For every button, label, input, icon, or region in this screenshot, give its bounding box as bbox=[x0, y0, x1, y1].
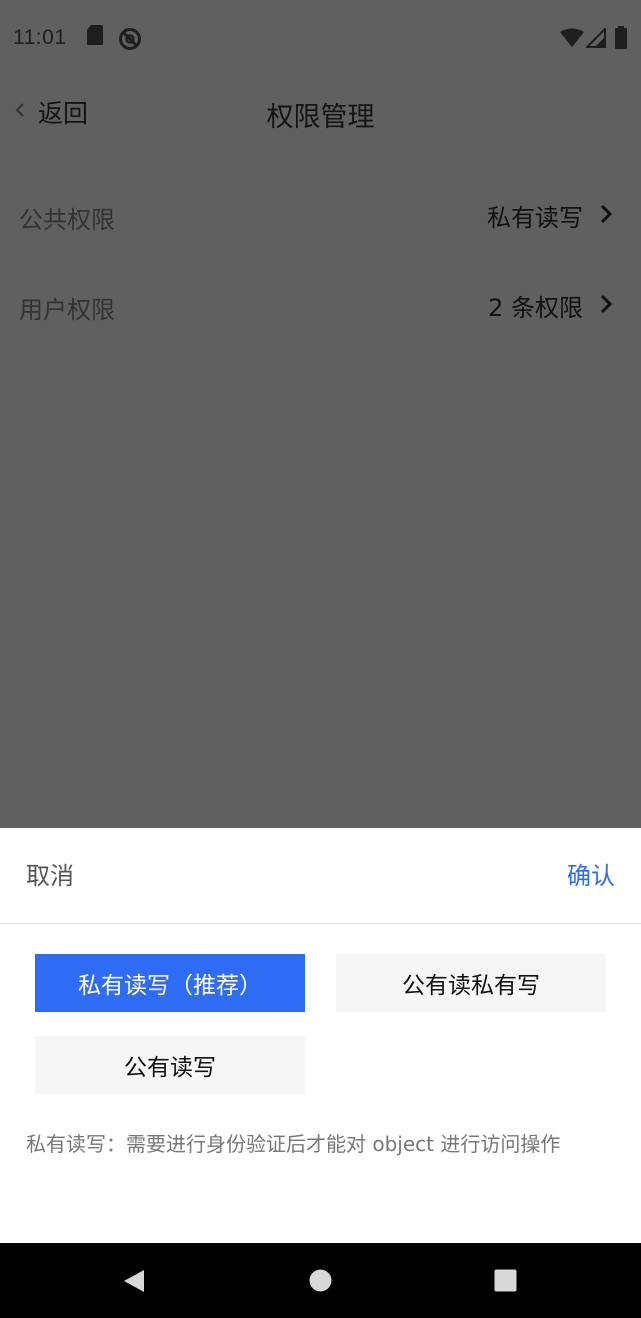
cell-signal-icon bbox=[584, 26, 606, 52]
chevron-right-icon bbox=[599, 203, 613, 229]
option-public-read-write[interactable]: 公有读写 bbox=[35, 1036, 305, 1094]
confirm-button[interactable]: 确认 bbox=[567, 856, 615, 891]
chevron-right-icon bbox=[599, 293, 613, 319]
user-permission-row[interactable]: 用户权限 2 条权限 bbox=[0, 260, 641, 350]
row-label: 公共权限 bbox=[19, 206, 115, 234]
page-title: 权限管理 bbox=[266, 102, 375, 133]
row-value: 私有读写 bbox=[487, 204, 583, 232]
public-permission-row[interactable]: 公共权限 私有读写 bbox=[0, 170, 641, 260]
navigation-bar: 返回 权限管理 bbox=[0, 78, 641, 148]
back-triangle-icon[interactable] bbox=[122, 1269, 146, 1297]
status-time: 11:01 bbox=[13, 26, 67, 49]
system-navigation-bar bbox=[0, 1243, 641, 1318]
sd-card-icon bbox=[86, 24, 104, 50]
wifi-icon bbox=[560, 28, 584, 52]
cancel-button[interactable]: 取消 bbox=[26, 856, 74, 891]
row-value: 2 条权限 bbox=[488, 294, 583, 322]
recents-square-icon[interactable] bbox=[494, 1269, 517, 1296]
sheet-header: 取消 确认 bbox=[0, 828, 641, 924]
option-public-read-private-write[interactable]: 公有读私有写 bbox=[336, 954, 606, 1012]
status-bar: 11:01 bbox=[0, 0, 641, 78]
battery-icon bbox=[614, 26, 628, 54]
option-description: 私有读写：需要进行身份验证后才能对 object 进行访问操作 bbox=[26, 1132, 561, 1156]
home-circle-icon[interactable] bbox=[309, 1269, 332, 1296]
row-label: 用户权限 bbox=[19, 296, 115, 324]
permission-picker-sheet: 取消 确认 私有读写（推荐） 公有读私有写 公有读写 私有读写：需要进行身份验证… bbox=[0, 828, 641, 1243]
do-not-disturb-icon bbox=[118, 27, 142, 55]
option-private-read-write[interactable]: 私有读写（推荐） bbox=[35, 954, 305, 1012]
